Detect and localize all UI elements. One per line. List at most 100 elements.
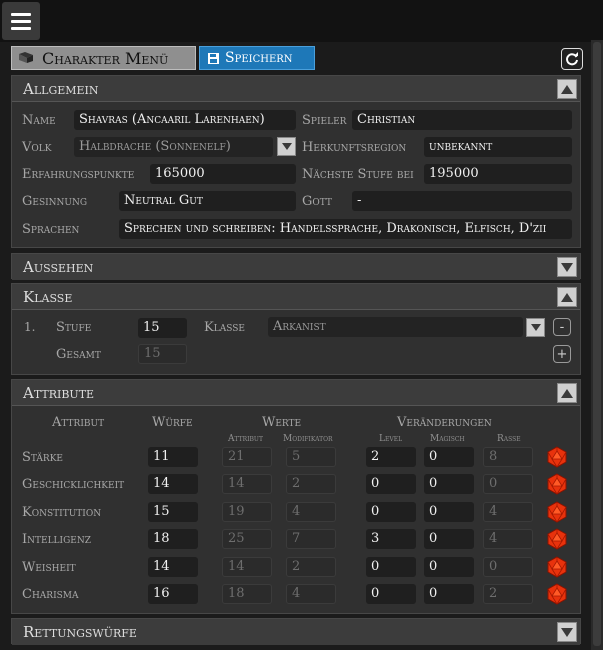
klasse-dropdown-button[interactable]	[526, 318, 545, 337]
panel-header-klasse[interactable]: Klasse	[12, 284, 580, 310]
herkunft-field[interactable]: unbekannt	[424, 137, 572, 157]
attribute-attribut-field: 25	[222, 529, 272, 549]
chevron-down-icon	[530, 324, 541, 331]
attribute-magisch-field[interactable]: 0	[424, 502, 474, 522]
ep-label: Erfahrungspunkte	[22, 167, 135, 182]
gesamt-field: 15	[138, 344, 187, 364]
panel-title: Rettungswürfe	[23, 623, 137, 641]
attribute-rasse-field: 4	[483, 502, 533, 522]
save-button[interactable]: Speichern	[199, 46, 315, 70]
attribute-wuerfe-field[interactable]: 18	[148, 529, 198, 549]
attribute-level-field[interactable]: 0	[366, 584, 416, 604]
add-class-button[interactable]: +	[553, 345, 571, 363]
roll-die-icon[interactable]	[546, 446, 568, 468]
ep-field[interactable]: 165000	[150, 164, 296, 184]
gott-label: Gott	[302, 194, 332, 209]
gesinnung-label: Gesinnung	[22, 194, 88, 209]
scrollbar-thumb[interactable]	[593, 42, 601, 646]
klasse-label: Klasse	[204, 320, 245, 335]
attribute-rasse-field: 4	[483, 529, 533, 549]
panel-title: Attribute	[23, 384, 95, 402]
attribute-level-field[interactable]: 0	[366, 502, 416, 522]
triangle-up-icon	[561, 292, 573, 302]
panel-header-aussehen[interactable]: Aussehen	[12, 254, 580, 280]
floppy-disk-icon	[208, 52, 219, 64]
attribute-wuerfe-field[interactable]: 15	[148, 502, 198, 522]
refresh-button[interactable]	[561, 48, 583, 70]
refresh-icon	[566, 52, 578, 66]
attribute-rasse-field: 2	[483, 584, 533, 604]
expand-button[interactable]	[557, 257, 577, 277]
subheader-attribut: Attribut	[228, 434, 263, 444]
subheader-rasse: Rasse	[497, 434, 521, 444]
triangle-down-icon	[561, 262, 573, 272]
attribute-modifikator-field: 7	[286, 529, 336, 549]
scrollbar[interactable]	[591, 40, 603, 650]
attribute-attribut-field: 18	[222, 584, 272, 604]
name-field[interactable]: Shavras (Ancaaril Larenhaen)	[74, 110, 296, 130]
roll-die-icon[interactable]	[546, 501, 568, 523]
sprachen-field[interactable]: Sprechen und schreiben: Handelssprache, …	[119, 219, 572, 239]
volk-label: Volk	[22, 140, 52, 155]
panel-header-rettungswuerfe[interactable]: Rettungswürfe	[12, 619, 580, 645]
attribute-rasse-field: 8	[483, 447, 533, 467]
attribute-modifikator-field: 2	[286, 474, 336, 494]
panel-klasse: Klasse 1. Stufe 15 Klasse Arkanist - Ges…	[11, 283, 581, 375]
gesinnung-field[interactable]: Neutral Gut	[119, 191, 296, 211]
attribute-magisch-field[interactable]: 0	[424, 529, 474, 549]
expand-button[interactable]	[557, 622, 577, 642]
attribute-magisch-field[interactable]: 0	[424, 584, 474, 604]
chevron-down-icon	[281, 143, 292, 150]
volk-dropdown-button[interactable]	[277, 137, 296, 156]
spieler-label: Spieler	[302, 113, 347, 128]
attribute-rasse-field: 0	[483, 474, 533, 494]
collapse-button[interactable]	[557, 287, 577, 307]
attribute-level-field[interactable]: 3	[366, 529, 416, 549]
panel-rettungswuerfe: Rettungswürfe	[11, 618, 581, 645]
panel-header-attribute[interactable]: Attribute	[12, 380, 580, 406]
gott-field[interactable]: -	[352, 191, 572, 211]
attribute-level-field[interactable]: 0	[366, 557, 416, 577]
name-label: Name	[22, 113, 56, 128]
attribute-level-field[interactable]: 2	[366, 447, 416, 467]
roll-die-icon[interactable]	[546, 556, 568, 578]
roll-die-icon[interactable]	[546, 583, 568, 605]
sprachen-label: Sprachen	[22, 222, 80, 237]
attribute-wuerfe-field[interactable]: 11	[148, 447, 198, 467]
triangle-up-icon	[561, 388, 573, 398]
panel-header-allgemein[interactable]: Allgemein	[12, 76, 580, 102]
remove-class-button[interactable]: -	[553, 318, 571, 336]
roll-die-icon[interactable]	[546, 473, 568, 495]
attribute-name: Weisheit	[22, 560, 76, 575]
hamburger-menu-icon[interactable]	[2, 2, 40, 40]
panel-title: Allgemein	[23, 80, 99, 98]
attribute-magisch-field[interactable]: 0	[424, 474, 474, 494]
class-row-number: 1.	[24, 320, 36, 334]
volk-select[interactable]: Halbdrache (Sonnenelf)	[74, 137, 273, 157]
roll-die-icon[interactable]	[546, 528, 568, 550]
next-level-field[interactable]: 195000	[424, 164, 572, 184]
character-menu-button[interactable]: Charakter Menü	[11, 46, 196, 70]
klasse-select[interactable]: Arkanist	[268, 317, 523, 337]
attribute-wuerfe-field[interactable]: 14	[148, 474, 198, 494]
subheader-level: Level	[379, 434, 403, 444]
attribute-modifikator-field: 2	[286, 557, 336, 577]
attribute-attribut-field: 14	[222, 474, 272, 494]
panel-attribute: Attribute Attribut Würfe Werte Veränderu…	[11, 379, 581, 614]
panel-title: Aussehen	[23, 258, 94, 276]
attribute-wuerfe-field[interactable]: 14	[148, 557, 198, 577]
header-veraenderungen: Veränderungen	[397, 415, 492, 430]
attribute-name: Intelligenz	[22, 532, 91, 547]
collapse-button[interactable]	[557, 79, 577, 99]
stufe-label: Stufe	[56, 320, 92, 335]
attribute-modifikator-field: 5	[286, 447, 336, 467]
attribute-wuerfe-field[interactable]: 16	[148, 584, 198, 604]
attribute-level-field[interactable]: 0	[366, 474, 416, 494]
attribute-name: Charisma	[22, 587, 79, 602]
spieler-field[interactable]: Christian	[352, 110, 572, 130]
attribute-magisch-field[interactable]: 0	[424, 557, 474, 577]
top-bar	[0, 0, 603, 42]
stufe-field[interactable]: 15	[138, 318, 187, 338]
collapse-button[interactable]	[557, 383, 577, 403]
attribute-magisch-field[interactable]: 0	[424, 447, 474, 467]
